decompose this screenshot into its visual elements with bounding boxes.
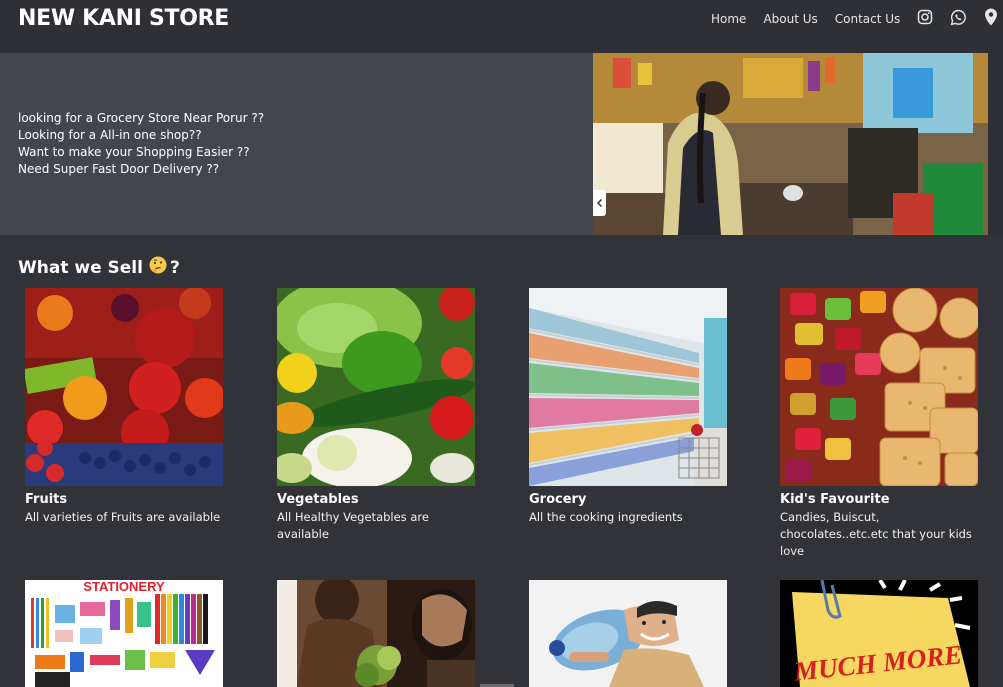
product-card-fruits[interactable]: Fruits All varieties of Fruits are avail… (25, 288, 223, 526)
product-title: Kid's Favourite (780, 492, 890, 507)
whatsapp-icon[interactable] (950, 9, 967, 30)
product-description: All varieties of Fruits are available (25, 510, 221, 524)
hero-edge (988, 53, 1003, 235)
instagram-icon[interactable] (917, 9, 933, 29)
water-can-delivery-image[interactable] (529, 580, 727, 687)
grocery-image (529, 288, 727, 486)
chevron-left-icon (596, 198, 602, 208)
vegetables-image (277, 288, 475, 486)
hero-line-3: Want to make your Shopping Easier ?? (18, 145, 250, 159)
product-title: Grocery (529, 492, 587, 507)
section-title-text: What we Sell (18, 257, 143, 278)
hero-line-4: Need Super Fast Door Delivery ?? (18, 162, 220, 176)
nav-contact-us[interactable]: Contact Us (835, 12, 901, 26)
hero-line-2: Looking for a All-in one shop?? (18, 128, 202, 142)
product-description: All Healthy Vegetables are available (277, 510, 429, 541)
fruits-image (25, 288, 223, 486)
product-card-grocery[interactable]: Grocery All the cooking ingredients (529, 288, 727, 526)
thinking-face-icon (149, 256, 167, 279)
product-title: Vegetables (277, 492, 359, 507)
home-delivery-image[interactable] (277, 580, 475, 687)
top-navbar: NEW KANI STORE Home About Us Contact Us (0, 0, 1003, 53)
carousel-prev-button[interactable] (593, 190, 606, 216)
product-card-vegetables[interactable]: Vegetables All Healthy Vegetables are av… (277, 288, 475, 543)
hero-line-1: looking for a Grocery Store Near Porur ?… (18, 111, 265, 125)
stationery-image[interactable]: STATIONERY (25, 580, 223, 687)
nav-about-us[interactable]: About Us (763, 12, 817, 26)
section-title: What we Sell ? (18, 256, 180, 279)
product-card-kids-favourite[interactable]: Kid's Favourite Candies, Buiscut, chocol… (780, 288, 978, 560)
section-title-suffix: ? (169, 257, 180, 278)
brand-logo[interactable]: NEW KANI STORE (18, 6, 229, 31)
main-nav: Home About Us Contact Us (711, 8, 998, 30)
kids-favourite-image (780, 288, 978, 486)
hero-store-photo (593, 53, 988, 235)
product-description: Candies, Buiscut, chocolates..etc.etc th… (780, 510, 972, 558)
stationery-label: STATIONERY (83, 580, 165, 594)
hero-text: looking for a Grocery Store Near Porur ?… (18, 110, 264, 178)
nav-home[interactable]: Home (711, 12, 746, 26)
location-pin-icon[interactable] (984, 8, 998, 30)
product-description: All the cooking ingredients (529, 510, 683, 524)
hero-banner: looking for a Grocery Store Near Porur ?… (0, 53, 1003, 235)
much-more-image[interactable]: MUCH MORE (780, 580, 978, 687)
product-title: Fruits (25, 492, 68, 507)
